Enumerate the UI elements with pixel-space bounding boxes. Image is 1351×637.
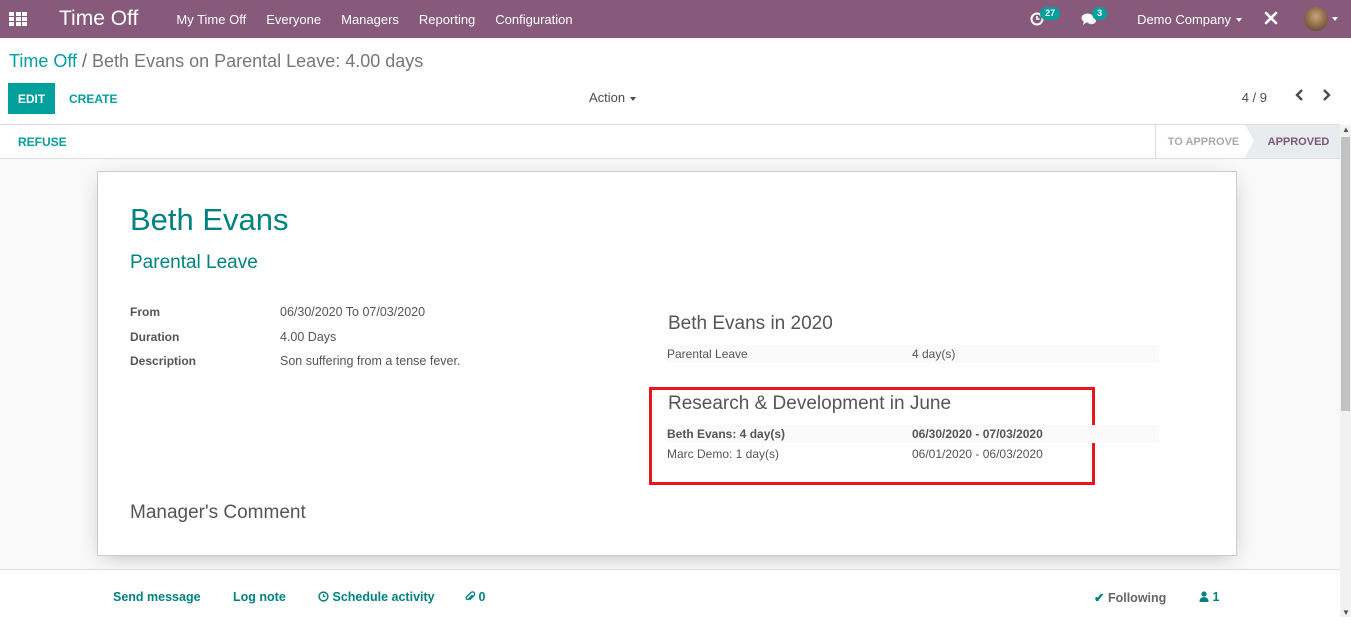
summary-leave-days: 4 day(s) — [912, 347, 956, 361]
scrollbar-thumb[interactable] — [1341, 137, 1350, 411]
breadcrumb-current: Beth Evans on Parental Leave: 4.00 days — [92, 51, 424, 71]
app-title[interactable]: Time Off — [59, 7, 138, 31]
description-label: Description — [130, 354, 197, 368]
leave-type: Parental Leave — [130, 252, 258, 273]
manager-comment-title: Manager's Comment — [130, 502, 306, 523]
scroll-down-arrow-icon[interactable]: ▼ — [1342, 608, 1350, 617]
systray: 27 3 Demo Company — [1027, 0, 1351, 38]
chevron-down-icon — [630, 96, 637, 101]
duration-label: Duration — [130, 330, 180, 344]
chevron-down-icon — [1236, 18, 1242, 23]
department-row-employee: Beth Evans: 4 day(s) — [667, 427, 786, 441]
chevron-right-icon — [1323, 89, 1331, 101]
department-row-dates: 06/01/2020 - 06/03/2020 — [912, 447, 1043, 461]
log-note-button[interactable]: Log note — [233, 590, 286, 604]
menu-reporting[interactable]: Reporting — [419, 12, 475, 27]
department-row-dates: 06/30/2020 - 07/03/2020 — [912, 427, 1043, 441]
menu-configuration[interactable]: Configuration — [495, 12, 572, 27]
following-button[interactable]: ✔ Following — [1094, 590, 1166, 605]
from-label: From — [130, 305, 160, 319]
pager-next-button[interactable] — [1322, 88, 1332, 107]
department-month-summary-title: Research & Development in June — [668, 393, 952, 414]
messages-button[interactable]: 3 — [1079, 7, 1108, 29]
message-count-badge: 3 — [1092, 7, 1108, 20]
debug-tools-button[interactable] — [1264, 9, 1278, 30]
scroll-up-arrow-icon[interactable]: ▲ — [1342, 125, 1350, 134]
vertical-scrollbar[interactable]: ▲ ▼ — [1340, 125, 1351, 617]
refuse-button[interactable]: REFUSE — [18, 135, 67, 149]
form-statusbar: REFUSE TO APPROVE APPROVED — [0, 124, 1340, 159]
department-row-employee: Marc Demo: 1 day(s) — [667, 447, 780, 461]
followers-button[interactable]: 1 — [1199, 590, 1219, 604]
apps-grid-icon[interactable] — [9, 12, 27, 26]
paperclip-icon — [465, 591, 476, 601]
user-icon — [1199, 591, 1209, 602]
attachments-button[interactable]: 0 — [465, 590, 485, 604]
action-dropdown[interactable]: Action — [589, 90, 637, 105]
chevron-down-icon[interactable] — [1332, 17, 1338, 21]
stage-approved-label: APPROVED — [1267, 135, 1330, 148]
stage-to-approve[interactable]: TO APPROVE — [1155, 125, 1245, 158]
create-button[interactable]: CREATE — [69, 83, 117, 114]
chatter-bar: Send message Log note Schedule activity … — [0, 569, 1340, 637]
breadcrumb: Time Off / Beth Evans on Parental Leave: 4… — [9, 51, 423, 72]
action-label: Action — [589, 90, 626, 105]
followers-count: 1 — [1212, 590, 1220, 604]
company-name: Demo Company — [1137, 11, 1231, 27]
wrench-screwdriver-icon — [1264, 11, 1278, 24]
activity-count-badge: 27 — [1040, 7, 1061, 20]
attachment-count: 0 — [478, 590, 486, 604]
summary-leave-type: Parental Leave — [667, 347, 748, 361]
pager-previous-button[interactable] — [1294, 88, 1304, 107]
user-avatar[interactable] — [1304, 7, 1328, 31]
activity-button[interactable]: 27 — [1027, 7, 1061, 29]
pager-value[interactable]: 4 / 9 — [1242, 90, 1267, 105]
breadcrumb-time-off[interactable]: Time Off — [9, 51, 77, 71]
menu-managers[interactable]: Managers — [341, 12, 399, 27]
stage-approved[interactable]: APPROVED — [1245, 125, 1340, 158]
summary-row: Parental Leave 4 day(s) — [666, 345, 1159, 363]
menu-everyone[interactable]: Everyone — [266, 12, 321, 27]
chevron-left-icon — [1295, 89, 1303, 101]
company-switcher[interactable]: Demo Company — [1137, 12, 1242, 27]
menu-my-time-off[interactable]: My Time Off — [176, 12, 246, 27]
from-value: 06/30/2020 To 07/03/2020 — [280, 305, 426, 319]
following-label: Following — [1107, 591, 1167, 605]
department-row: Marc Demo: 1 day(s) 06/01/2020 - 06/03/2… — [666, 445, 1159, 463]
duration-value: 4.00 Days — [280, 330, 337, 344]
schedule-activity-label: Schedule activity — [332, 590, 435, 604]
employee-name: Beth Evans — [130, 202, 289, 237]
description-value: Son suffering from a tense fever. — [280, 354, 461, 368]
schedule-activity-button[interactable]: Schedule activity — [318, 590, 435, 604]
top-navbar: Time Off My Time Off Everyone Managers R… — [0, 0, 1351, 38]
breadcrumb-separator: / — [82, 51, 88, 71]
send-message-button[interactable]: Send message — [113, 590, 201, 604]
edit-button[interactable]: EDIT — [8, 83, 55, 114]
check-icon: ✔ — [1094, 591, 1105, 605]
form-sheet: Beth Evans Parental Leave From 06/30/202… — [97, 171, 1237, 556]
employee-year-summary-title: Beth Evans in 2020 — [668, 313, 833, 334]
clock-icon — [318, 591, 329, 602]
department-row: Beth Evans: 4 day(s) 06/30/2020 - 07/03/… — [666, 425, 1159, 443]
